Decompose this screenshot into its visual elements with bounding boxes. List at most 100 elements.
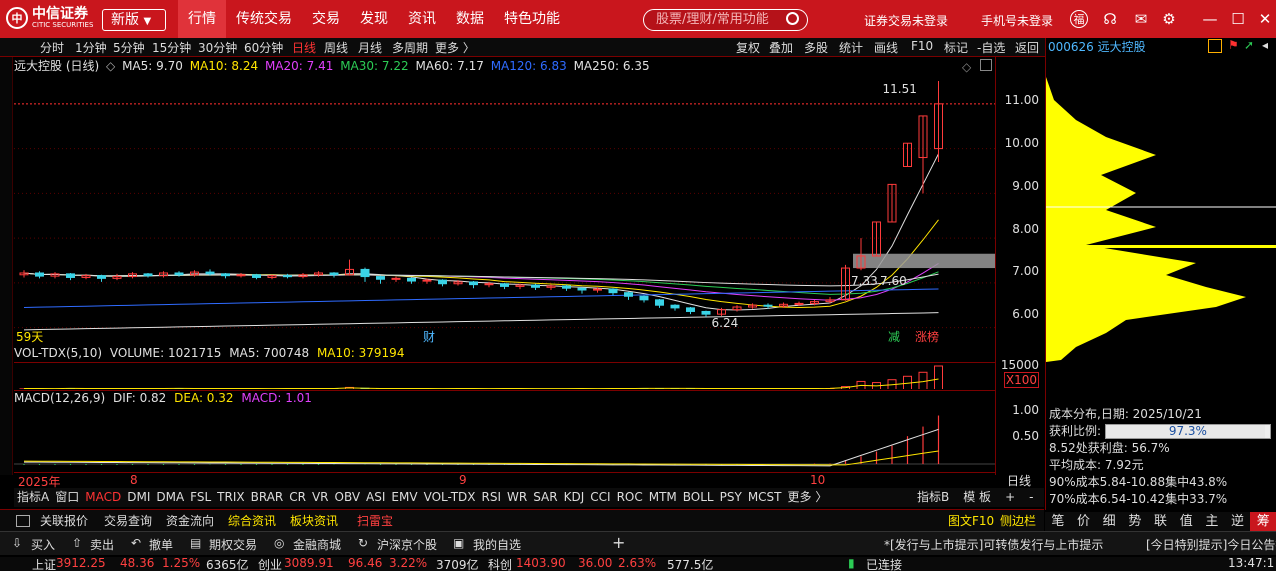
right-tab-8[interactable]: 筹	[1250, 512, 1276, 531]
indicator-tab-10[interactable]: OBV	[332, 488, 364, 507]
right-tab-5[interactable]: 值	[1173, 512, 1199, 531]
period-1min[interactable]: 1分钟	[75, 39, 107, 56]
indicator-tab-16[interactable]: SAR	[530, 488, 560, 507]
diamond-icon[interactable]: ◇	[962, 60, 971, 74]
menu-item-data[interactable]: 数据	[446, 0, 494, 38]
right-tab-4[interactable]: 联	[1148, 512, 1174, 531]
add-icon[interactable]: +	[612, 533, 625, 552]
menu-item-trade[interactable]: 交易	[302, 0, 350, 38]
notice-today[interactable]: [今日特别提示]今日公告提	[1146, 536, 1276, 553]
period-more[interactable]: 更多 〉	[435, 39, 475, 56]
macd-chart[interactable]	[14, 406, 995, 472]
f10-button[interactable]: F10	[911, 39, 933, 53]
minimize-icon[interactable]: —	[1201, 10, 1219, 28]
indicator-right-3[interactable]: -	[1026, 488, 1036, 507]
indicator-tab-2[interactable]: MACD	[82, 488, 124, 507]
tab-general-news[interactable]: 综合资讯	[228, 512, 276, 530]
adjust-button[interactable]: 复权	[736, 39, 760, 56]
indicator-tab-4[interactable]: DMA	[153, 488, 187, 507]
indicator-tab-0[interactable]: 指标A	[14, 488, 52, 507]
menu-item-features[interactable]: 特色功能	[494, 0, 570, 38]
period-weekly[interactable]: 周线	[324, 39, 348, 56]
arrow-icon[interactable]: ➚	[1244, 38, 1254, 52]
f10-graphic-button[interactable]: 图文F10	[948, 512, 994, 530]
tab-fund-flow[interactable]: 资金流向	[166, 512, 214, 530]
buy-button[interactable]: 买入	[31, 536, 55, 553]
indicator-tab-7[interactable]: BRAR	[248, 488, 287, 507]
indicator-tab-22[interactable]: PSY	[717, 488, 745, 507]
remove-watchlist-button[interactable]: -自选	[977, 39, 1005, 56]
indicator-tab-21[interactable]: BOLL	[680, 488, 717, 507]
tab-related-quotes[interactable]: 关联报价	[40, 512, 88, 530]
notice-listing[interactable]: *[发行与上市提示]可转债发行与上市提示	[884, 536, 1103, 553]
option-trade-button[interactable]: 期权交易	[209, 536, 257, 553]
indicator-tab-13[interactable]: VOL-TDX	[421, 488, 479, 507]
search-icon[interactable]	[786, 12, 799, 25]
indicator-tab-19[interactable]: ROC	[614, 488, 646, 507]
indicator-tab-12[interactable]: EMV	[388, 488, 420, 507]
period-5min[interactable]: 5分钟	[113, 39, 145, 56]
kline-chart[interactable]: 11.51 6.24 7.33 7.60 59天 财 减 涨榜	[14, 73, 995, 345]
cancel-order-button[interactable]: 撤单	[149, 536, 173, 553]
indicator-tab-20[interactable]: MTM	[646, 488, 680, 507]
my-watchlist-button[interactable]: 我的自选	[473, 536, 521, 553]
sell-button[interactable]: 卖出	[90, 536, 114, 553]
indicator-tab-5[interactable]: FSL	[187, 488, 214, 507]
notes-icon[interactable]	[1208, 39, 1222, 53]
search-input[interactable]: 股票/理财/常用功能	[643, 9, 808, 31]
menu-item-discover[interactable]: 发现	[350, 0, 398, 38]
indicator-tab-11[interactable]: ASI	[363, 488, 388, 507]
right-tab-0[interactable]: 笔	[1045, 512, 1071, 531]
right-tab-3[interactable]: 势	[1122, 512, 1148, 531]
indicator-right-1[interactable]: 模 板	[960, 488, 994, 507]
right-tab-6[interactable]: 主	[1199, 512, 1225, 531]
indicator-tab-6[interactable]: TRIX	[214, 488, 247, 507]
indicator-right-2[interactable]: +	[1002, 488, 1018, 507]
back-button[interactable]: 返回	[1015, 39, 1039, 56]
right-tab-7[interactable]: 逆	[1225, 512, 1251, 531]
menu-item-quotes[interactable]: 行情	[178, 0, 226, 38]
right-tab-2[interactable]: 细	[1096, 512, 1122, 531]
finance-mall-button[interactable]: 金融商城	[293, 536, 341, 553]
panel-toggle-icon[interactable]	[16, 515, 30, 527]
indicator-tab-18[interactable]: CCI	[587, 488, 613, 507]
indicator-tab-14[interactable]: RSI	[479, 488, 505, 507]
gear-icon[interactable]: ⚙	[1160, 10, 1178, 28]
period-60min[interactable]: 60分钟	[244, 39, 283, 56]
right-tab-1[interactable]: 价	[1071, 512, 1097, 531]
tab-minesweeper[interactable]: 扫雷宝	[357, 512, 393, 530]
indicator-tab-9[interactable]: VR	[309, 488, 332, 507]
indicator-tab-24[interactable]: 更多 〉	[785, 488, 831, 507]
tab-sector-news[interactable]: 板块资讯	[290, 512, 338, 530]
flag-icon[interactable]: ⚑	[1228, 38, 1239, 52]
message-icon[interactable]: ✉	[1132, 10, 1150, 28]
maximize-icon[interactable]: ☐	[1229, 10, 1247, 28]
version-dropdown[interactable]: 新版 ▼	[102, 9, 166, 31]
period-monthly[interactable]: 月线	[358, 39, 382, 56]
indicator-tab-15[interactable]: WR	[504, 488, 530, 507]
indicator-tab-17[interactable]: KDJ	[561, 488, 588, 507]
indicator-right-0[interactable]: 指标B	[914, 488, 952, 507]
phone-login-link[interactable]: 手机号未登录	[981, 12, 1053, 29]
fortune-icon[interactable]: 福	[1070, 10, 1088, 28]
menu-item-news[interactable]: 资讯	[398, 0, 446, 38]
dropdown-arrow-icon[interactable]: ◇	[106, 59, 115, 73]
window-toggle-icon[interactable]	[980, 59, 992, 71]
period-daily[interactable]: 日线	[292, 39, 316, 56]
indicator-tab-23[interactable]: MCST	[745, 488, 785, 507]
draw-line-button[interactable]: 画线	[874, 39, 898, 56]
multi-stock-button[interactable]: 多股	[804, 39, 828, 56]
indicator-tab-1[interactable]: 窗口	[52, 488, 82, 507]
mark-button[interactable]: 标记	[944, 39, 968, 56]
period-15min[interactable]: 15分钟	[152, 39, 191, 56]
stock-list-button[interactable]: 沪深京个股	[377, 536, 437, 553]
more-icon[interactable]: ◂	[1262, 38, 1268, 52]
indicator-tab-8[interactable]: CR	[286, 488, 309, 507]
period-timeshare[interactable]: 分时	[40, 39, 64, 56]
tab-trade-query[interactable]: 交易查询	[104, 512, 152, 530]
menu-item-traditional-trade[interactable]: 传统交易	[226, 0, 302, 38]
overlay-button[interactable]: 叠加	[769, 39, 793, 56]
period-multi[interactable]: 多周期	[392, 39, 428, 56]
close-icon[interactable]: ✕	[1256, 10, 1274, 28]
stats-button[interactable]: 统计	[839, 39, 863, 56]
